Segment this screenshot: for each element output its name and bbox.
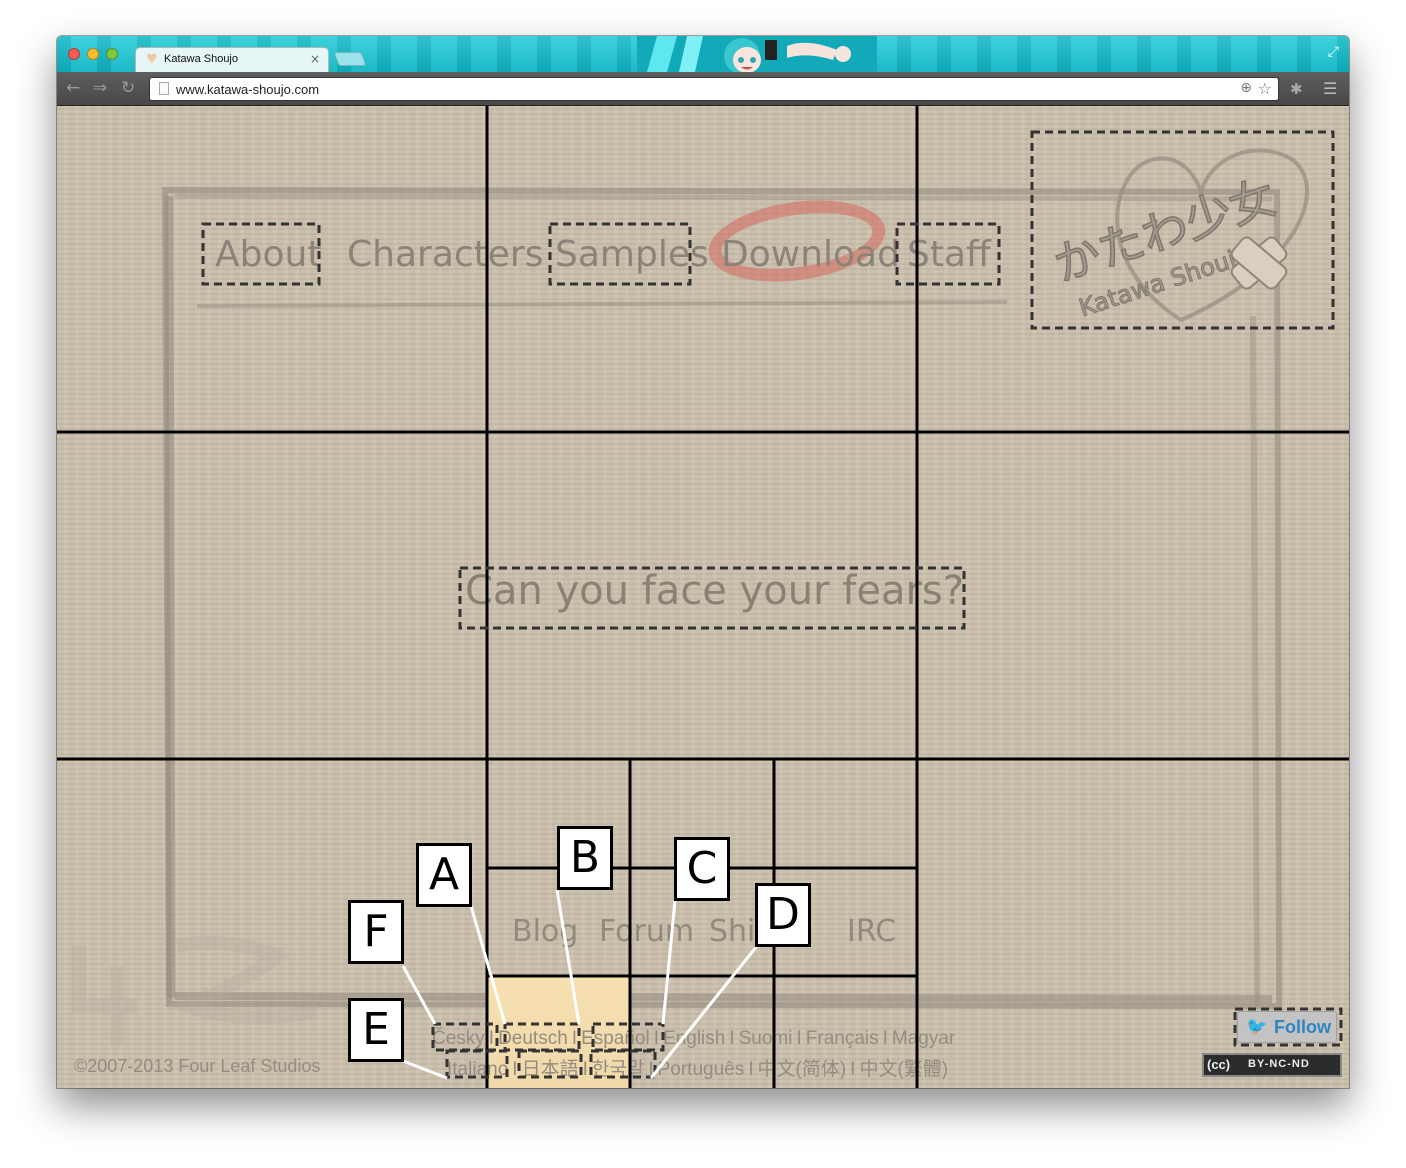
annotation-label-c: C [674, 837, 730, 901]
maximize-window-button[interactable] [106, 48, 118, 60]
close-window-button[interactable] [68, 48, 80, 60]
fullscreen-icon[interactable]: ⤢ [1328, 44, 1339, 60]
url-text[interactable]: www.katawa-shoujo.com [176, 82, 319, 97]
minimize-window-button[interactable] [87, 48, 99, 60]
page-content: About Characters Samples Download Staff … [57, 106, 1349, 1088]
tab-title: Katawa Shoujo [164, 53, 238, 65]
bookmark-star-icon[interactable]: ☆ [1258, 79, 1272, 98]
browser-tab[interactable]: ♥ Katawa Shoujo × [135, 47, 329, 72]
address-bar[interactable]: www.katawa-shoujo.com ⊕ ☆ [149, 77, 1279, 101]
tab-strip: ♥ Katawa Shoujo × ⤢ [57, 36, 1349, 72]
extension-icon[interactable]: ✱ [1290, 80, 1303, 98]
page-icon [159, 82, 169, 95]
annotation-label-d: D [755, 883, 811, 947]
grid-lines [57, 106, 1349, 1088]
annotation-label-b: B [557, 826, 613, 890]
back-icon[interactable]: ← [66, 79, 80, 97]
close-tab-icon[interactable]: × [310, 52, 320, 66]
heart-icon: ♥ [146, 52, 158, 67]
theme-character-art [637, 36, 877, 72]
browser-window: ♥ Katawa Shoujo × ⤢ ← ⇒ ↻ www.katawa-sho… [57, 36, 1349, 1088]
annotation-label-a: A [416, 843, 472, 907]
annotation-label-e: E [348, 998, 404, 1062]
browser-toolbar: ← ⇒ ↻ www.katawa-shoujo.com ⊕ ☆ ✱ ☰ [57, 72, 1349, 106]
annotation-overlay [57, 106, 1349, 1088]
annotation-label-f: F [348, 900, 404, 964]
new-tab-button[interactable] [333, 52, 367, 66]
forward-icon[interactable]: ⇒ [93, 79, 107, 97]
reload-icon[interactable]: ↻ [121, 79, 135, 97]
menu-icon[interactable]: ☰ [1323, 79, 1337, 98]
zoom-icon[interactable]: ⊕ [1240, 80, 1252, 96]
